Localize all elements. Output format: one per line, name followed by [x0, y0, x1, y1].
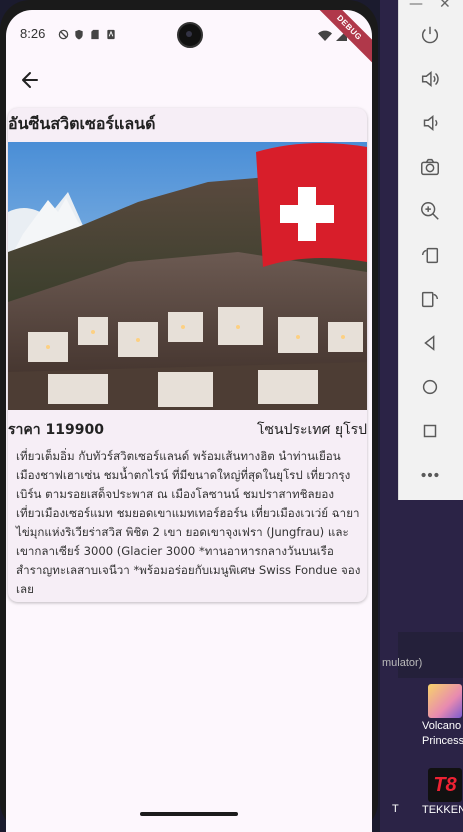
desktop-icon-volcano-princess[interactable]: Volcano Princess [422, 684, 463, 748]
tekken-icon: T8 [428, 768, 462, 802]
status-notification-icons [58, 25, 116, 40]
front-camera [177, 22, 203, 48]
status-time: 8:26 [20, 26, 46, 41]
trip-description: เที่ยวเต็มอิ่ม กับทัวร์สวิตเซอร์แลนด์ พร… [16, 449, 361, 596]
phone-frame: 8:26 DEBUG อันซีนสวิตเซอร์แลนด์ ราคา 119… [0, 0, 378, 832]
home-gesture-handle[interactable] [140, 812, 238, 816]
zoom-in-icon[interactable] [417, 198, 443, 224]
trip-price: ราคา 119900 [8, 422, 104, 438]
trip-zone: โซนประเทศ ยุโรป [257, 422, 367, 438]
shield-icon [74, 25, 84, 40]
desktop-icon-label: Princess [422, 735, 463, 747]
more-icon[interactable] [417, 462, 443, 488]
back-arrow-icon[interactable] [18, 68, 42, 92]
emulator-taskbar-strip: mulator) [382, 632, 463, 678]
game-icon [428, 684, 462, 718]
home-circle-icon[interactable] [417, 374, 443, 400]
taskbar-text: mulator) [382, 657, 423, 669]
wifi-icon [318, 26, 332, 45]
close-icon[interactable]: ✕ [439, 0, 451, 12]
gesture-navigation-bar [6, 802, 372, 832]
overview-square-icon[interactable] [417, 418, 443, 444]
phone-screen: 8:26 DEBUG อันซีนสวิตเซอร์แลนด์ ราคา 119… [6, 10, 372, 812]
sd-card-icon [90, 25, 100, 40]
status-bar: 8:26 DEBUG [6, 10, 372, 66]
emulator-toolbar: — ✕ [398, 0, 463, 500]
minimize-icon[interactable]: — [409, 0, 423, 12]
desktop-icon-label: Volcano [422, 720, 462, 732]
desktop-icon-tekken[interactable]: T8 TEKKEN [422, 768, 463, 817]
trip-detail-card: อันซีนสวิตเซอร์แลนด์ ราคา 119900 โซนประเ… [8, 108, 367, 602]
desktop-icon-label-partial: T [392, 803, 399, 815]
rotate-left-icon[interactable] [417, 242, 443, 268]
rotate-right-icon[interactable] [417, 286, 443, 312]
camera-icon[interactable] [417, 154, 443, 180]
app-notification-icon [106, 25, 116, 40]
do-not-disturb-icon [58, 25, 69, 40]
back-triangle-icon[interactable] [417, 330, 443, 356]
volume-down-icon[interactable] [417, 110, 443, 136]
power-icon[interactable] [417, 22, 443, 48]
desktop-icon-label: TEKKEN [422, 804, 463, 816]
app-bar [6, 56, 372, 106]
trip-photo [8, 142, 367, 410]
volume-up-icon[interactable] [417, 66, 443, 92]
trip-title: อันซีนสวิตเซอร์แลนด์ [8, 114, 156, 133]
